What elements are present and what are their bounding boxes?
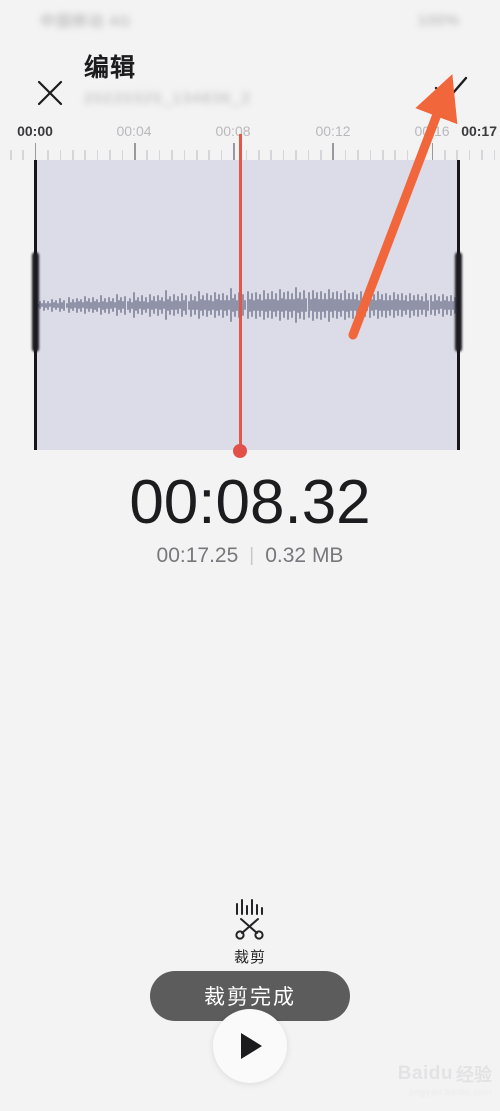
page-title: 编辑 (84, 54, 137, 82)
file-name-subtitle: 20220325_134836_2 (84, 90, 252, 107)
trim-end-handle[interactable] (455, 160, 462, 450)
ruler-label-2: 00:08 (215, 123, 251, 139)
status-bar-carrier: 中国移动 4G (40, 12, 132, 30)
status-bar: 中国移动 4G 100% (0, 0, 500, 40)
trim-end-grip[interactable] (455, 252, 462, 352)
ruler-label-1: 00:04 (116, 123, 152, 139)
watermark: Baidu 经验 jingyan.baidu.com (398, 1061, 492, 1097)
ruler-label-5: 00:17 (461, 123, 497, 139)
timeline-ruler[interactable]: 00:00 00:04 00:08 00:12 00:16 00:17 (0, 122, 500, 162)
check-icon (434, 76, 468, 102)
ruler-label-4: 00:16 (414, 123, 450, 139)
time-readout: 00:08.32 00:17.25 | 0.32 MB (0, 468, 500, 568)
ruler-label-0: 00:00 (17, 123, 53, 139)
waveform-bars (35, 160, 458, 450)
total-duration: 00:17.25 (156, 544, 239, 567)
clip-meta: 00:17.25 | 0.32 MB (0, 544, 500, 568)
watermark-brand-cn: 经验 (456, 1065, 492, 1085)
file-size: 0.32 MB (265, 544, 344, 567)
meta-divider: | (249, 545, 255, 566)
waveform-panel[interactable] (0, 160, 500, 450)
trim-tool-label: 裁剪 (233, 949, 266, 966)
selected-clip-region[interactable] (35, 160, 458, 450)
status-bar-indicators: 100% (418, 12, 460, 29)
status-bar-battery-text: 100% (417, 11, 460, 29)
close-icon (37, 80, 63, 106)
trim-tool-button[interactable]: 裁剪 (0, 898, 500, 967)
close-button[interactable] (32, 75, 68, 111)
playhead[interactable] (233, 134, 247, 458)
watermark-brand: Baidu (397, 1063, 453, 1084)
watermark-url: jingyan.baidu.com (409, 1087, 492, 1097)
trim-start-handle[interactable] (32, 160, 39, 450)
playhead-dot[interactable] (233, 444, 247, 458)
play-icon (241, 1033, 262, 1059)
phone-screen: 中国移动 4G 100% 编辑 20220325_134836_2 00:00 0… (0, 0, 500, 1111)
trim-start-grip[interactable] (32, 252, 39, 352)
app-bar-titles: 编辑 20220325_134836_2 (84, 52, 251, 107)
app-bar: 编辑 20220325_134836_2 (0, 40, 500, 122)
play-button[interactable] (213, 1009, 287, 1083)
current-time: 00:08.32 (129, 468, 371, 537)
scissors-trim-icon (235, 899, 264, 940)
confirm-button[interactable] (430, 74, 470, 108)
ruler-label-3: 00:12 (315, 123, 351, 139)
